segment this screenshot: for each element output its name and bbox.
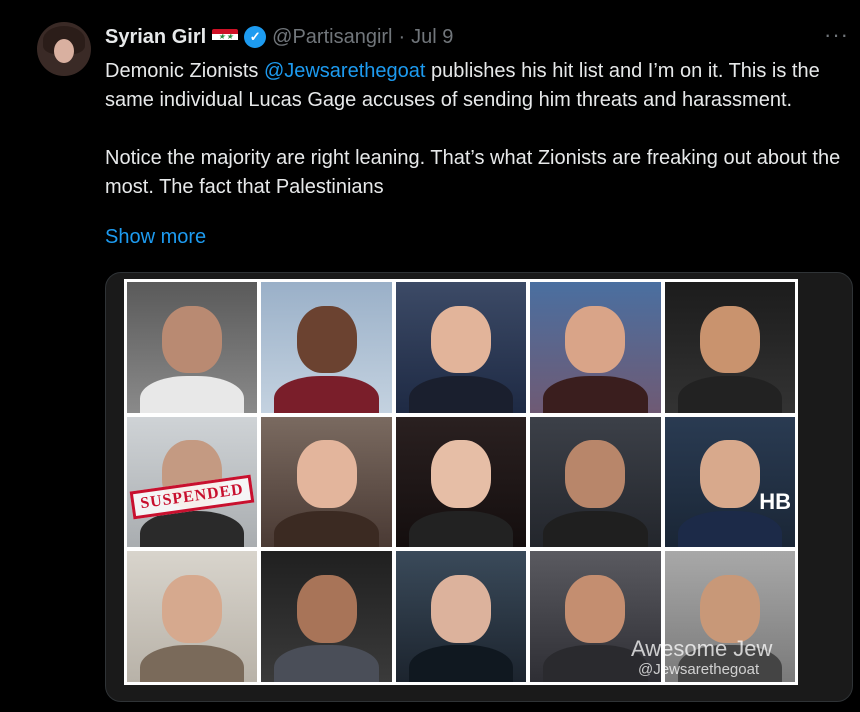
collage-photo	[127, 282, 258, 413]
more-options-icon[interactable]: ···	[824, 22, 849, 48]
tweet-date[interactable]: Jul 9	[411, 26, 453, 49]
collage-photo	[664, 282, 795, 413]
collage-photo	[395, 416, 527, 548]
collage-photo	[261, 282, 392, 413]
collage-photo	[127, 551, 258, 682]
collage-photo	[261, 416, 392, 548]
tweet-header: Syrian Girl ★ ★ ✓ @Partisangirl · Jul 9	[105, 23, 453, 51]
avatar-face	[54, 39, 74, 63]
author-handle[interactable]: @Partisangirl	[272, 26, 392, 49]
avatar[interactable]	[37, 22, 91, 76]
collage-photo: SUSPENDED	[127, 416, 258, 548]
mention-link[interactable]: @Jewsarethegoat	[264, 60, 426, 82]
tweet[interactable]: Syrian Girl ★ ★ ✓ @Partisangirl · Jul 9 ·…	[0, 0, 860, 712]
collage-photo	[530, 416, 661, 548]
collage-photo	[530, 282, 661, 413]
show-more-link[interactable]: Show more	[105, 226, 206, 249]
watermark-text: Awesome Jew	[631, 636, 773, 661]
syria-flag-icon: ★ ★	[212, 28, 239, 46]
verified-badge-icon: ✓	[244, 26, 267, 48]
tweet-text-part1: Demonic Zionists	[105, 60, 264, 82]
collage-photo	[261, 551, 392, 682]
collage-photo: HB	[664, 416, 795, 548]
author-name[interactable]: Syrian Girl	[105, 26, 206, 49]
collage-photo	[395, 282, 527, 413]
broadcaster-logo: HB	[759, 488, 791, 514]
photo-collage: SUSPENDED HB	[124, 279, 798, 685]
separator-dot: ·	[398, 25, 406, 48]
watermark-handle: @Jewsarethegoat	[638, 661, 760, 678]
tweet-text: Demonic Zionists @Jewsarethegoat publish…	[105, 57, 845, 202]
tweet-media[interactable]: SUSPENDED HB Awesome Jew @Jewsarethegoat	[105, 272, 853, 702]
collage-photo	[395, 551, 527, 682]
